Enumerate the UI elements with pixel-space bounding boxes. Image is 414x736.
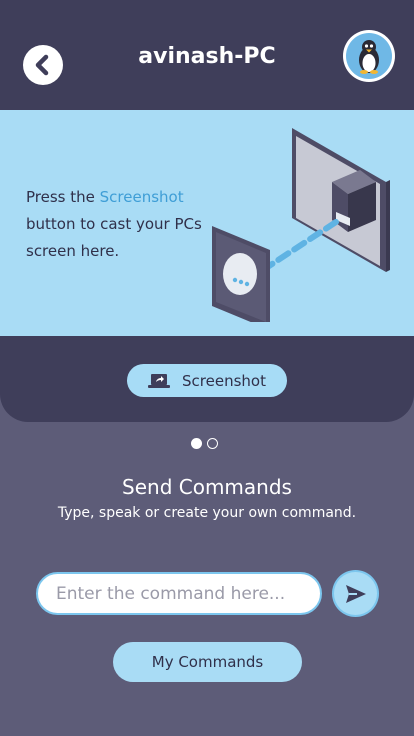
banner-text-before: Press the <box>26 188 100 206</box>
linux-penguin-icon <box>359 40 379 74</box>
pager-dot-2[interactable] <box>207 438 218 449</box>
chevron-left-icon <box>35 54 49 76</box>
pager-dots <box>191 438 218 449</box>
header: avinash-PC <box>0 0 414 110</box>
laptop-share-icon <box>148 373 171 388</box>
page-title: avinash-PC <box>138 44 276 69</box>
section-title: Send Commands <box>122 475 292 499</box>
banner-text-highlight: Screenshot <box>99 188 184 206</box>
banner-text-after: button to cast your PCs screen here. <box>26 215 202 260</box>
section-subtitle: Type, speak or create your own command. <box>57 505 357 521</box>
send-button[interactable] <box>334 572 377 615</box>
screenshot-button[interactable]: Screenshot <box>127 364 287 397</box>
screenshot-button-label: Screenshot <box>182 371 266 390</box>
pager-dot-1[interactable] <box>191 438 202 449</box>
avatar[interactable] <box>343 30 395 82</box>
monitor-projector-illustration <box>212 128 390 322</box>
my-commands-button[interactable]: My Commands <box>113 642 302 682</box>
banner-instructions: Press the Screenshot button to cast your… <box>26 184 206 265</box>
back-button[interactable] <box>23 45 63 85</box>
send-icon <box>345 584 366 603</box>
command-input[interactable] <box>36 572 322 615</box>
cast-banner: Press the Screenshot button to cast your… <box>0 110 414 336</box>
